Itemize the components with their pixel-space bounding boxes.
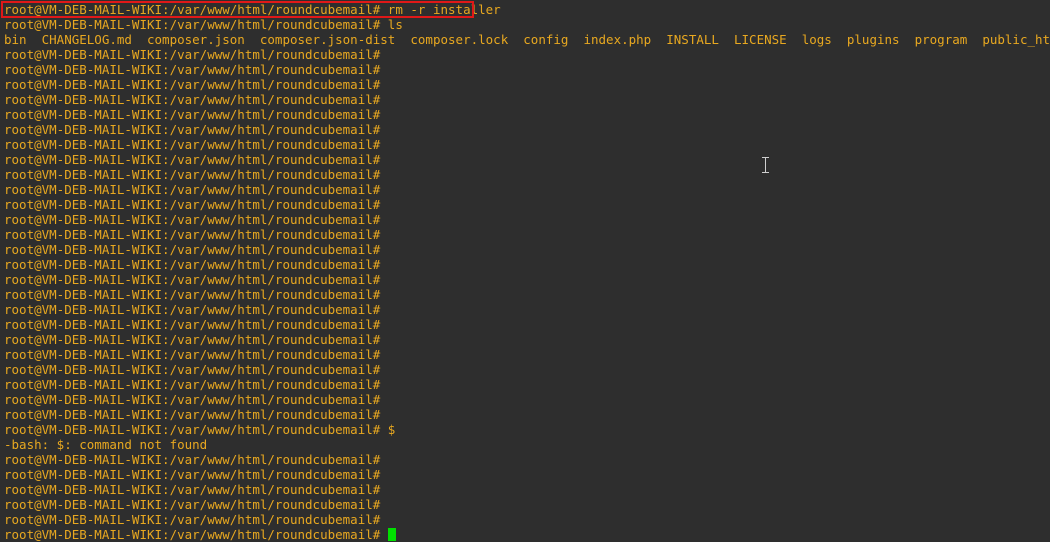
terminal-line: root@VM-DEB-MAIL-WIKI:/var/www/html/roun… xyxy=(4,92,381,107)
terminal-line: root@VM-DEB-MAIL-WIKI:/var/www/html/roun… xyxy=(4,467,381,482)
terminal-line: root@VM-DEB-MAIL-WIKI:/var/www/html/roun… xyxy=(4,152,381,167)
terminal-line: root@VM-DEB-MAIL-WIKI:/var/www/html/roun… xyxy=(4,17,403,32)
text-cursor xyxy=(387,528,396,541)
terminal-line: root@VM-DEB-MAIL-WIKI:/var/www/html/roun… xyxy=(4,272,381,287)
terminal-line: root@VM-DEB-MAIL-WIKI:/var/www/html/roun… xyxy=(4,482,381,497)
terminal-line: root@VM-DEB-MAIL-WIKI:/var/www/html/roun… xyxy=(4,512,381,527)
terminal-line: root@VM-DEB-MAIL-WIKI:/var/www/html/roun… xyxy=(4,422,396,437)
terminal-line: root@VM-DEB-MAIL-WIKI:/var/www/html/roun… xyxy=(4,122,381,137)
terminal-line: root@VM-DEB-MAIL-WIKI:/var/www/html/roun… xyxy=(4,332,381,347)
terminal-line: root@VM-DEB-MAIL-WIKI:/var/www/html/roun… xyxy=(4,317,381,332)
terminal-output[interactable]: root@VM-DEB-MAIL-WIKI:/var/www/html/roun… xyxy=(4,2,1050,542)
terminal-line: root@VM-DEB-MAIL-WIKI:/var/www/html/roun… xyxy=(4,497,381,512)
terminal-line: -bash: $: command not found xyxy=(4,437,208,452)
terminal-line: root@VM-DEB-MAIL-WIKI:/var/www/html/roun… xyxy=(4,392,381,407)
terminal-line: bin CHANGELOG.md composer.json composer.… xyxy=(4,32,1050,47)
terminal-line: root@VM-DEB-MAIL-WIKI:/var/www/html/roun… xyxy=(4,47,381,62)
terminal-line: root@VM-DEB-MAIL-WIKI:/var/www/html/roun… xyxy=(4,287,381,302)
current-prompt-line[interactable]: root@VM-DEB-MAIL-WIKI:/var/www/html/roun… xyxy=(4,527,1050,542)
terminal-line: root@VM-DEB-MAIL-WIKI:/var/www/html/roun… xyxy=(4,137,381,152)
terminal-line: root@VM-DEB-MAIL-WIKI:/var/www/html/roun… xyxy=(4,347,381,362)
terminal-line: root@VM-DEB-MAIL-WIKI:/var/www/html/roun… xyxy=(4,212,381,227)
terminal-line: root@VM-DEB-MAIL-WIKI:/var/www/html/roun… xyxy=(4,182,381,197)
ibeam-icon xyxy=(762,157,769,173)
terminal-line: root@VM-DEB-MAIL-WIKI:/var/www/html/roun… xyxy=(4,2,501,17)
terminal-line: root@VM-DEB-MAIL-WIKI:/var/www/html/roun… xyxy=(4,227,381,242)
terminal-line: root@VM-DEB-MAIL-WIKI:/var/www/html/roun… xyxy=(4,167,381,182)
terminal-line: root@VM-DEB-MAIL-WIKI:/var/www/html/roun… xyxy=(4,452,381,467)
terminal-line: root@VM-DEB-MAIL-WIKI:/var/www/html/roun… xyxy=(4,302,381,317)
terminal-line: root@VM-DEB-MAIL-WIKI:/var/www/html/roun… xyxy=(4,377,381,392)
terminal-line: root@VM-DEB-MAIL-WIKI:/var/www/html/roun… xyxy=(4,257,381,272)
current-prompt: root@VM-DEB-MAIL-WIKI:/var/www/html/roun… xyxy=(4,527,388,542)
terminal-line: root@VM-DEB-MAIL-WIKI:/var/www/html/roun… xyxy=(4,62,381,77)
terminal-line: root@VM-DEB-MAIL-WIKI:/var/www/html/roun… xyxy=(4,362,381,377)
terminal-window[interactable]: root@VM-DEB-MAIL-WIKI:/var/www/html/roun… xyxy=(0,0,1050,542)
terminal-line: root@VM-DEB-MAIL-WIKI:/var/www/html/roun… xyxy=(4,197,381,212)
terminal-line: root@VM-DEB-MAIL-WIKI:/var/www/html/roun… xyxy=(4,242,381,257)
terminal-line: root@VM-DEB-MAIL-WIKI:/var/www/html/roun… xyxy=(4,407,381,422)
terminal-line: root@VM-DEB-MAIL-WIKI:/var/www/html/roun… xyxy=(4,107,381,122)
terminal-line: root@VM-DEB-MAIL-WIKI:/var/www/html/roun… xyxy=(4,77,381,92)
